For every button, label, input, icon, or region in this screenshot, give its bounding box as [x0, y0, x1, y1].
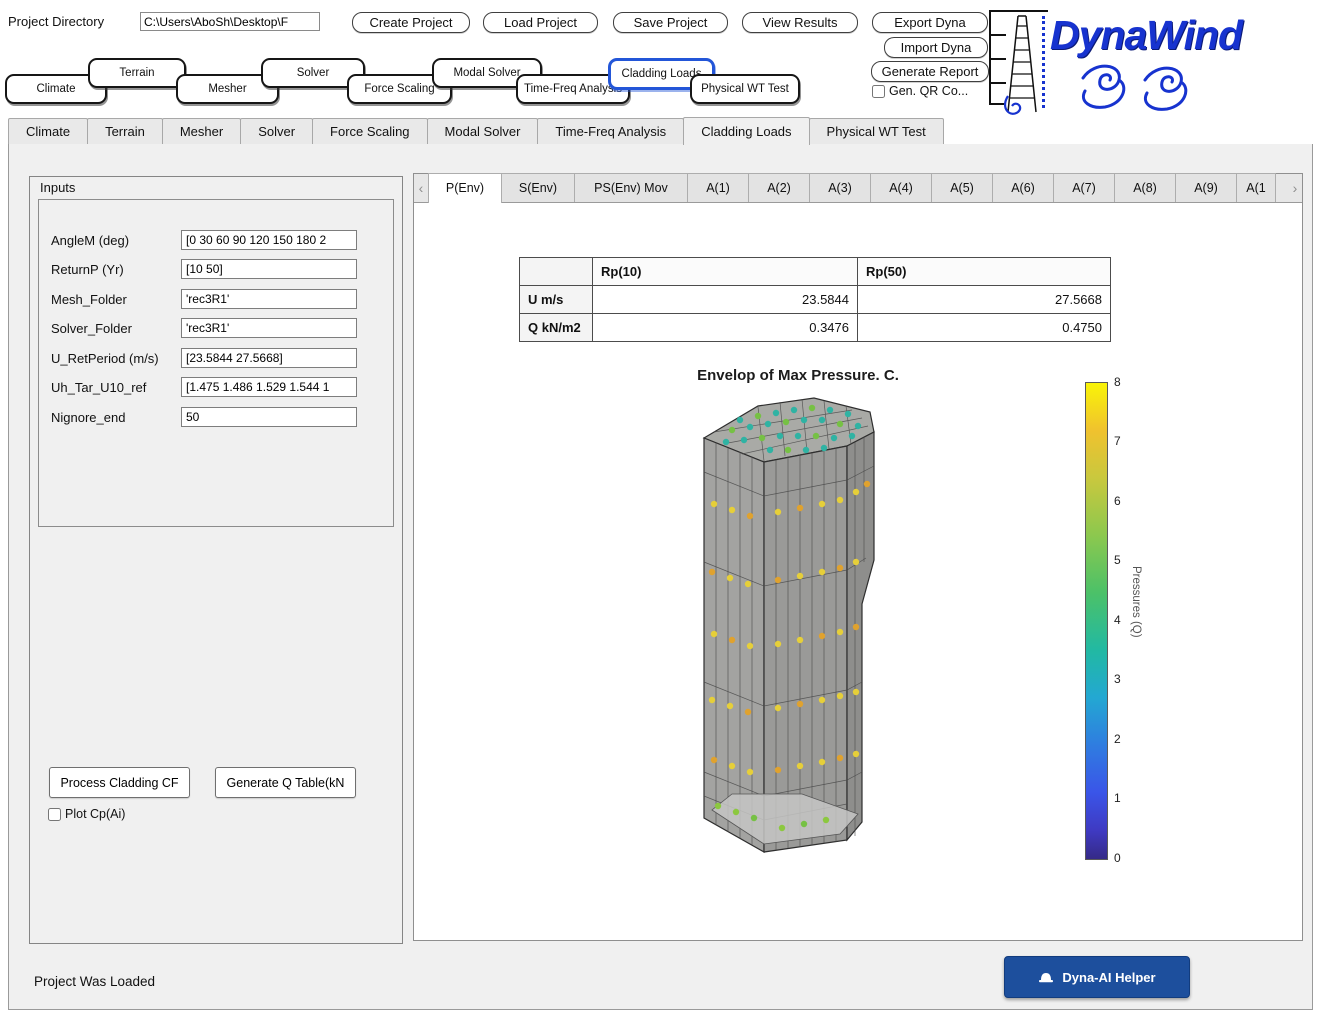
subtab-a8[interactable]: A(8)	[1114, 173, 1176, 202]
turbine-tower-icon	[1000, 12, 1044, 118]
table-corner-cell	[520, 258, 593, 286]
colorbar	[1085, 382, 1108, 860]
result-subtab-strip: ‹ P(Env) S(Env) PS(Env) Mov A(1) A(2) A(…	[414, 174, 1302, 203]
q-results-table: Rp(10) Rp(50) U m/s 23.5844 27.5668 Q kN…	[519, 257, 1111, 342]
import-dyna-button[interactable]: Import Dyna	[884, 37, 988, 58]
nignore-end-label: Nignore_end	[51, 410, 125, 425]
load-project-button[interactable]: Load Project	[483, 12, 598, 33]
main-content-area: Inputs AngleM (deg) ReturnP (Yr) Mesh_Fo…	[8, 144, 1313, 1010]
table-rowlabel-q: Q kN/m2	[520, 314, 593, 342]
wf-node-terrain[interactable]: Terrain	[88, 58, 186, 88]
solver-folder-input[interactable]	[181, 318, 357, 338]
tab-terrain[interactable]: Terrain	[87, 118, 163, 144]
colorbar-tick-5: 5	[1114, 553, 1144, 567]
logo-dotted-line	[1042, 16, 1045, 108]
uh-tar-label: Uh_Tar_U10_ref	[51, 380, 146, 395]
colorbar-tick-3: 3	[1114, 672, 1144, 686]
mesh-folder-input[interactable]	[181, 289, 357, 309]
colorbar-axis-label: Pressures (Q)	[1130, 566, 1142, 638]
inputs-fields-box: AngleM (deg) ReturnP (Yr) Mesh_Folder So…	[38, 199, 394, 527]
table-col-rp10: Rp(10)	[593, 258, 858, 286]
subtab-a5[interactable]: A(5)	[931, 173, 993, 202]
dyna-ai-helper-button[interactable]: Dyna-AI Helper	[1004, 956, 1190, 998]
helper-hat-icon	[1038, 971, 1054, 984]
view-results-button[interactable]: View Results	[742, 12, 858, 33]
gen-qr-checkbox[interactable]	[872, 85, 885, 98]
project-directory-input[interactable]	[140, 12, 320, 31]
table-header-row: Rp(10) Rp(50)	[520, 258, 1111, 286]
generate-report-button[interactable]: Generate Report	[871, 61, 989, 82]
table-cell-u-rp10[interactable]: 23.5844	[593, 286, 858, 314]
colorbar-tick-0: 0	[1114, 851, 1144, 865]
plot-cp-checkbox-label: Plot Cp(Ai)	[65, 807, 125, 821]
generate-q-table-button[interactable]: Generate Q Table(kN	[215, 767, 356, 798]
project-directory-label: Project Directory	[8, 14, 104, 29]
table-row-u: U m/s 23.5844 27.5668	[520, 286, 1111, 314]
subtab-a9[interactable]: A(9)	[1175, 173, 1237, 202]
table-cell-q-rp10[interactable]: 0.3476	[593, 314, 858, 342]
returnp-input[interactable]	[181, 259, 357, 279]
app-logo: DynaWind	[1050, 12, 1242, 59]
subtab-a1[interactable]: A(1)	[687, 173, 749, 202]
wind-swirl-icon	[1075, 60, 1205, 115]
solver-folder-label: Solver_Folder	[51, 321, 132, 336]
colorbar-tick-8: 8	[1114, 375, 1144, 389]
mesh-folder-label: Mesh_Folder	[51, 292, 127, 307]
tab-physical-wt-test[interactable]: Physical WT Test	[809, 118, 944, 144]
u-retperiod-label: U_RetPeriod (m/s)	[51, 351, 159, 366]
subtab-a3[interactable]: A(3)	[809, 173, 871, 202]
pressure-envelope-3d-plot	[654, 386, 924, 868]
colorbar-tick-7: 7	[1114, 434, 1144, 448]
tab-mesher[interactable]: Mesher	[162, 118, 241, 144]
tab-cladding-loads[interactable]: Cladding Loads	[683, 117, 809, 145]
save-project-button[interactable]: Save Project	[613, 12, 728, 33]
tab-time-freq-analysis[interactable]: Time-Freq Analysis	[537, 118, 684, 144]
plot-title: Envelop of Max Pressure. C.	[588, 367, 1008, 384]
colorbar-tick-2: 2	[1114, 732, 1144, 746]
app-window: Project Directory Create Project Load Pr…	[0, 0, 1320, 1020]
tab-climate[interactable]: Climate	[8, 118, 88, 144]
plot-cp-checkbox-row: Plot Cp(Ai)	[48, 807, 125, 821]
subtab-a4[interactable]: A(4)	[870, 173, 932, 202]
colorbar-tick-6: 6	[1114, 494, 1144, 508]
table-rowlabel-u: U m/s	[520, 286, 593, 314]
uh-tar-input[interactable]	[181, 377, 357, 397]
subtab-psenv-mov[interactable]: PS(Env) Mov	[574, 173, 688, 202]
gen-qr-checkbox-label: Gen. QR Co...	[889, 84, 968, 98]
nignore-end-input[interactable]	[181, 407, 357, 427]
wf-node-physical-wt-test[interactable]: Physical WT Test	[690, 74, 800, 104]
inputs-panel: Inputs AngleM (deg) ReturnP (Yr) Mesh_Fo…	[29, 176, 403, 944]
subtab-a7[interactable]: A(7)	[1053, 173, 1115, 202]
subtab-senv[interactable]: S(Env)	[501, 173, 575, 202]
inputs-panel-title: Inputs	[40, 180, 75, 195]
tab-force-scaling[interactable]: Force Scaling	[312, 118, 427, 144]
results-panel: ‹ P(Env) S(Env) PS(Env) Mov A(1) A(2) A(…	[413, 173, 1303, 941]
subtab-penv[interactable]: P(Env)	[428, 173, 502, 203]
subtab-a10-truncated[interactable]: A(1	[1236, 173, 1276, 202]
table-cell-u-rp50[interactable]: 27.5668	[858, 286, 1111, 314]
dyna-ai-helper-label: Dyna-AI Helper	[1062, 970, 1155, 985]
subtab-a2[interactable]: A(2)	[748, 173, 810, 202]
export-dyna-button[interactable]: Export Dyna	[872, 12, 988, 33]
anglem-label: AngleM (deg)	[51, 233, 129, 248]
tab-modal-solver[interactable]: Modal Solver	[427, 118, 539, 144]
subtab-scroll-right-icon[interactable]: ›	[1288, 175, 1302, 202]
table-col-rp50: Rp(50)	[858, 258, 1111, 286]
table-row-q: Q kN/m2 0.3476 0.4750	[520, 314, 1111, 342]
process-cladding-button[interactable]: Process Cladding CF	[49, 767, 190, 798]
anglem-input[interactable]	[181, 230, 357, 250]
returnp-label: ReturnP (Yr)	[51, 262, 124, 277]
subtab-a6[interactable]: A(6)	[992, 173, 1054, 202]
u-retperiod-input[interactable]	[181, 348, 357, 368]
status-message: Project Was Loaded	[34, 974, 155, 989]
table-cell-q-rp50[interactable]: 0.4750	[858, 314, 1111, 342]
colorbar-tick-1: 1	[1114, 791, 1144, 805]
tab-solver[interactable]: Solver	[240, 118, 313, 144]
gen-qr-checkbox-row: Gen. QR Co...	[872, 84, 968, 98]
create-project-button[interactable]: Create Project	[352, 12, 470, 33]
plot-cp-checkbox[interactable]	[48, 808, 61, 821]
subtab-scroll-left-icon[interactable]: ‹	[414, 175, 428, 202]
main-tab-strip: Climate Terrain Mesher Solver Force Scal…	[8, 117, 1311, 145]
